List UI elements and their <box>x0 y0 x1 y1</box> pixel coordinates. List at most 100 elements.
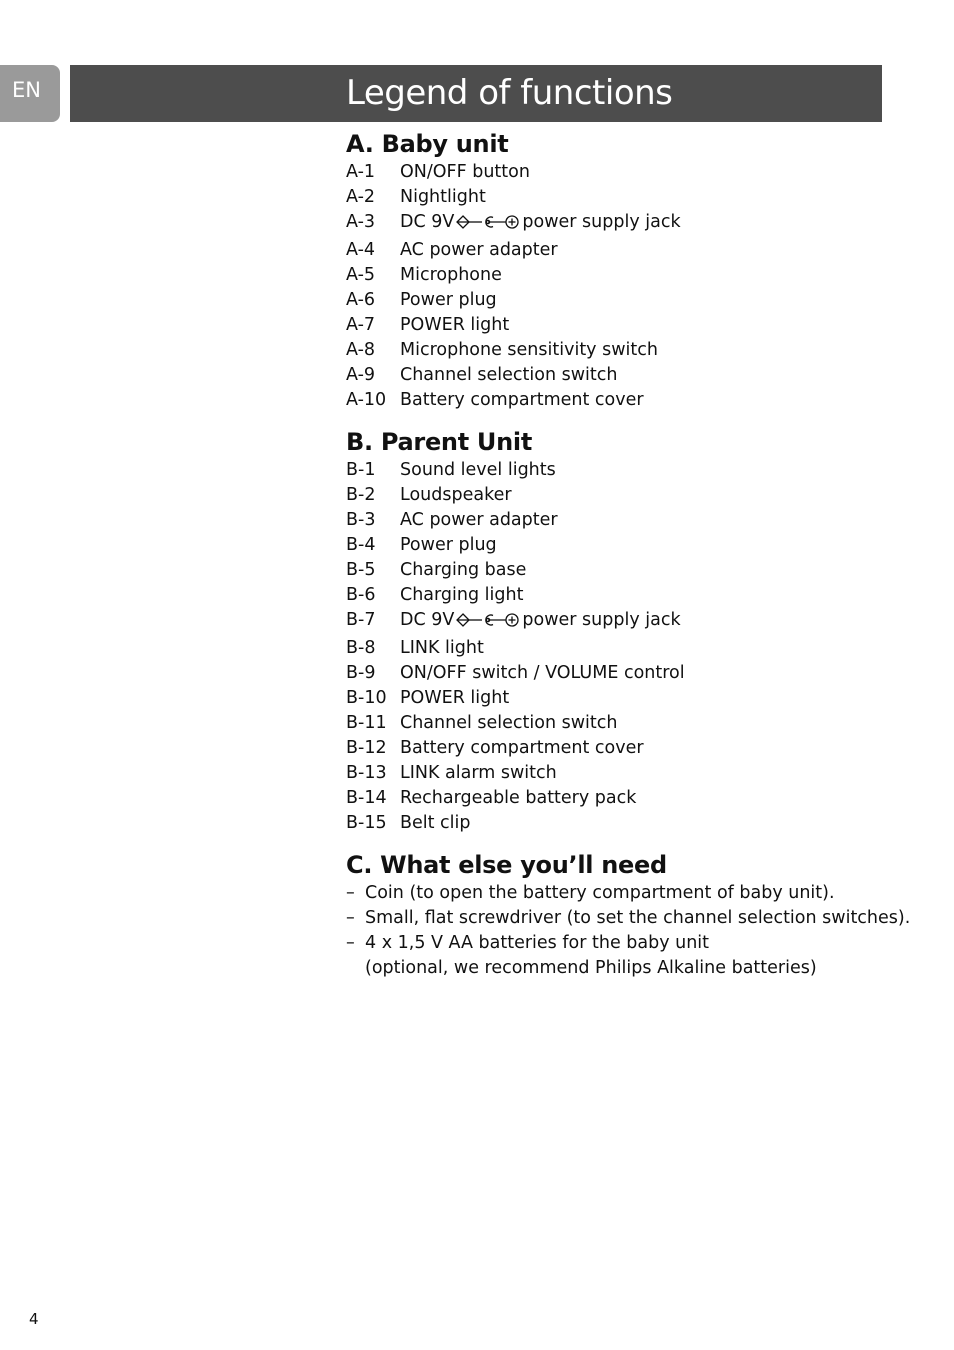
item-code: B-5 <box>346 560 376 580</box>
item-label: AC power adapter <box>400 510 558 530</box>
item-label: AC power adapter <box>400 240 558 260</box>
item-label: POWER light <box>400 315 510 335</box>
legend-item: A-5 Microphone <box>346 263 906 288</box>
legend-item: A-3 DC 9V power supply jack <box>346 210 906 238</box>
legend-item: B-15 Belt clip <box>346 811 906 836</box>
item-label: Sound level lights <box>400 460 556 480</box>
need-text: 4 x 1,5 V AA batteries for the baby unit… <box>365 931 817 981</box>
language-tab: EN <box>0 65 60 122</box>
section-baby-unit: A. Baby unit A-1 ON/OFF button A-2 Nightlig… <box>346 128 906 413</box>
item-code: B-9 <box>346 663 376 683</box>
legend-item: B-1 Sound level lights <box>346 458 906 483</box>
item-code: B-11 <box>346 713 387 733</box>
needs-list: – Coin (to open the battery compartment o… <box>346 881 910 981</box>
item-code: B-13 <box>346 763 387 783</box>
legend-item: B-14 Rechargeable battery pack <box>346 786 906 811</box>
item-code: B-15 <box>346 813 387 833</box>
item-code: B-1 <box>346 460 376 480</box>
legend-item: B-9 ON/OFF switch / VOLUME control <box>346 661 906 686</box>
section-what-else: C. What else you’ll need – Coin (to open … <box>346 849 910 981</box>
item-code: A-10 <box>346 390 387 410</box>
item-code: B-2 <box>346 485 376 505</box>
legend-item: A-6 Power plug <box>346 288 906 313</box>
need-text-line: (optional, we recommend Philips Alkaline… <box>365 958 817 978</box>
item-label: LINK light <box>400 638 484 658</box>
page-title: Legend of functions <box>346 73 673 113</box>
need-item: – Small, flat screwdriver (to set the cha… <box>346 906 910 931</box>
item-label: Channel selection switch <box>400 713 618 733</box>
item-label-after: power supply jack <box>522 610 681 630</box>
section-heading: A. Baby unit <box>346 130 509 158</box>
item-label: ON/OFF switch / VOLUME control <box>400 663 685 683</box>
dash-bullet: – <box>346 883 355 903</box>
legend-item: A-9 Channel selection switch <box>346 363 906 388</box>
legend-item: A-2 Nightlight <box>346 185 906 210</box>
legend-item: A-1 ON/OFF button <box>346 160 906 185</box>
need-item: –4 x 1,5 V AA batteries for the baby uni… <box>346 931 906 981</box>
item-code: A-6 <box>346 290 376 310</box>
item-code: A-9 <box>346 365 376 385</box>
item-code: A-8 <box>346 340 376 360</box>
language-label: EN <box>12 78 41 102</box>
need-text-line: Coin (to open the battery compartment of… <box>365 883 835 903</box>
item-code: A-2 <box>346 187 376 207</box>
item-label-before: DC 9V <box>400 610 455 630</box>
need-text-line: Small, flat screwdriver (to set the chan… <box>365 908 911 928</box>
legend-item: B-11 Channel selection switch <box>346 711 906 736</box>
item-code: B-7 <box>346 610 376 630</box>
content: A. Baby unit A-1 ON/OFF button A-2 Nightlig… <box>346 128 910 994</box>
legend-item: B-10 POWER light <box>346 686 906 711</box>
legend-item: A-10 Battery compartment cover <box>346 388 906 413</box>
item-code: A-7 <box>346 315 376 335</box>
legend-item: B-3 AC power adapter <box>346 508 906 533</box>
need-text: Coin (to open the battery compartment of… <box>365 881 835 906</box>
dc-polarity-icon <box>456 213 520 238</box>
item-code: B-14 <box>346 788 387 808</box>
legend-list: B-1 Sound level lights B-2 Loudspeaker B-3 AC… <box>346 458 906 836</box>
legend-item: B-7 DC 9V power supply jack <box>346 608 906 636</box>
legend-list: A-1 ON/OFF button A-2 Nightlight A-3 DC 9V pow… <box>346 160 906 413</box>
legend-item: B-6 Charging light <box>346 583 906 608</box>
dash-bullet: – <box>346 933 355 953</box>
legend-item: B-8 LINK light <box>346 636 906 661</box>
legend-item: B-2 Loudspeaker <box>346 483 906 508</box>
item-label: Battery compartment cover <box>400 390 644 410</box>
legend-item: B-4 Power plug <box>346 533 906 558</box>
item-label: POWER light <box>400 688 510 708</box>
item-label: Power plug <box>400 535 497 555</box>
section-heading: B. Parent Unit <box>346 428 533 456</box>
section-heading: C. What else you’ll need <box>346 851 667 879</box>
title-bar: Legend of functions <box>70 65 882 122</box>
item-label-before: DC 9V <box>400 212 455 232</box>
item-label: Channel selection switch <box>400 365 618 385</box>
legend-item: B-13 LINK alarm switch <box>346 761 906 786</box>
legend-item: A-4 AC power adapter <box>346 238 906 263</box>
item-label: DC 9V power supply jack <box>400 608 681 636</box>
item-label: Loudspeaker <box>400 485 512 505</box>
item-label-after: power supply jack <box>522 212 681 232</box>
legend-item: B-5 Charging base <box>346 558 906 583</box>
item-label: ON/OFF button <box>400 162 530 182</box>
need-text-line: 4 x 1,5 V AA batteries for the baby unit <box>365 933 710 953</box>
item-code: B-4 <box>346 535 376 555</box>
item-label: Power plug <box>400 290 497 310</box>
section-parent-unit: B. Parent Unit B-1 Sound level lights B-2 L… <box>346 426 906 836</box>
dc-polarity-icon <box>456 611 520 636</box>
item-label: Charging light <box>400 585 524 605</box>
item-code: B-6 <box>346 585 376 605</box>
dash-bullet: – <box>346 908 355 928</box>
item-code: A-4 <box>346 240 376 260</box>
need-text: Small, flat screwdriver (to set the chan… <box>365 906 910 931</box>
item-label: Belt clip <box>400 813 471 833</box>
item-label: Rechargeable battery pack <box>400 788 637 808</box>
item-code: A-1 <box>346 162 376 182</box>
item-label: Microphone <box>400 265 502 285</box>
item-code: B-3 <box>346 510 376 530</box>
item-label: Charging base <box>400 560 527 580</box>
need-item: – Coin (to open the battery compartment o… <box>346 881 906 906</box>
item-label: Microphone sensitivity switch <box>400 340 658 360</box>
item-code: B-12 <box>346 738 387 758</box>
legend-item: B-12 Battery compartment cover <box>346 736 906 761</box>
item-label: Battery compartment cover <box>400 738 644 758</box>
item-code: B-8 <box>346 638 376 658</box>
